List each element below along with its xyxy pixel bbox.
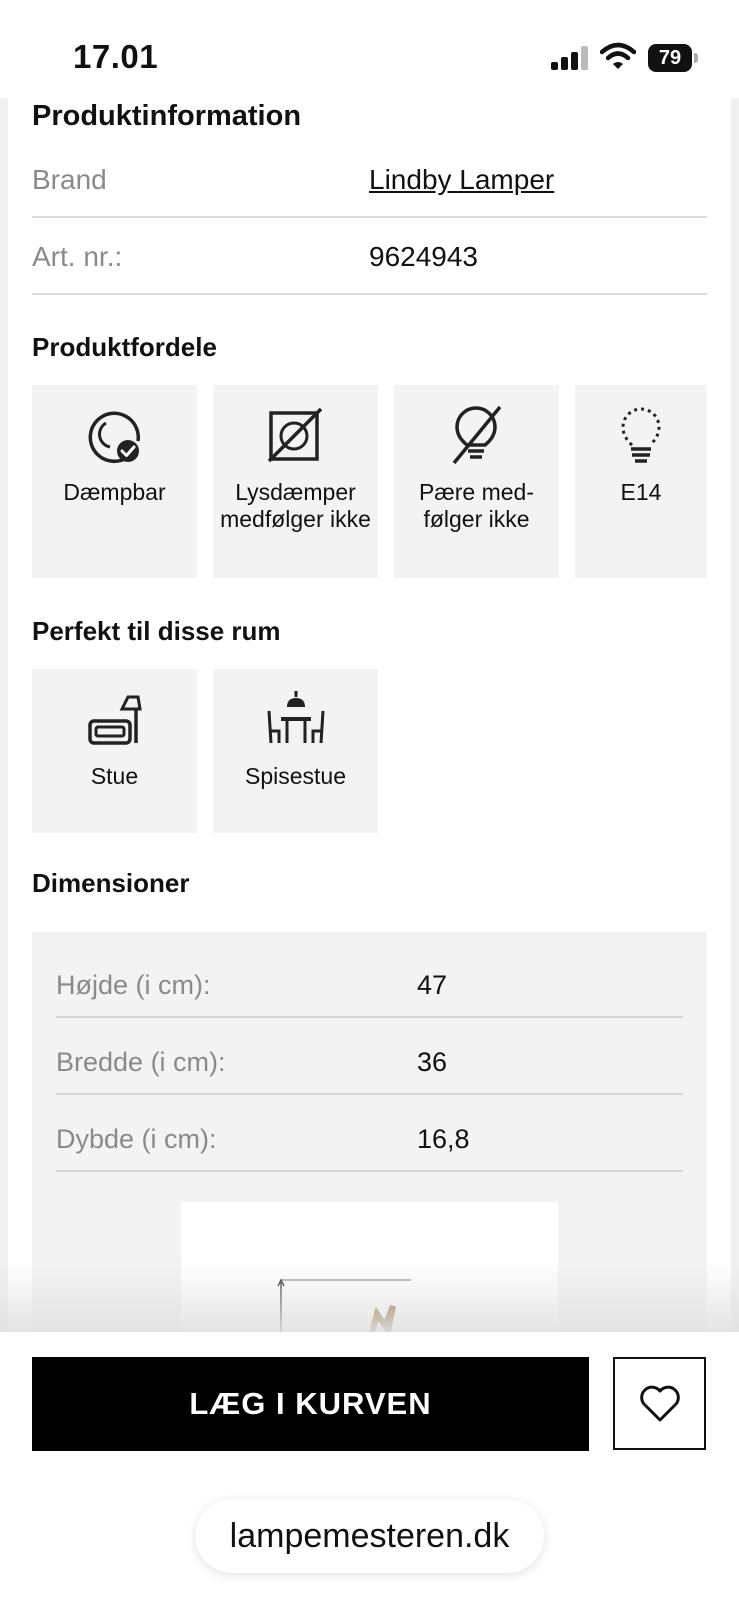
- benefit-label: Lysdæmper medfølger ikke: [220, 479, 371, 532]
- dimension-row-depth: Dybde (i cm): 16,8: [56, 1094, 683, 1172]
- benefit-tile-dimmable: Dæmpbar: [32, 385, 197, 578]
- dimmable-icon: [88, 411, 140, 464]
- dimension-row-height: Højde (i cm): 47: [56, 940, 683, 1018]
- no-dimmer-icon: [267, 407, 322, 463]
- battery-indicator: 79: [648, 44, 698, 72]
- room-tile-dining-room: Spisestue: [213, 669, 378, 833]
- benefit-tile-no-bulb: Pære med-følger ikke: [394, 385, 559, 578]
- living-room-icon: [87, 695, 142, 745]
- dining-room-icon: [267, 691, 324, 744]
- info-label: Art. nr.:: [32, 241, 123, 272]
- brand-link[interactable]: Lindby Lamper: [369, 164, 554, 196]
- add-to-cart-button[interactable]: LÆG I KURVEN: [32, 1357, 589, 1451]
- dimension-label: Højde (i cm):: [56, 970, 211, 1000]
- dimension-row-width: Bredde (i cm): 36: [56, 1017, 683, 1095]
- cellular-signal-icon: [551, 46, 588, 70]
- benefit-label: Pære med-følger ikke: [418, 479, 535, 532]
- info-label: Brand: [32, 164, 107, 195]
- room-tile-living-room: Stue: [32, 669, 197, 833]
- benefit-label: Dæmpbar: [63, 479, 166, 505]
- page-edge-right: [731, 98, 739, 1338]
- favorite-button[interactable]: [613, 1357, 706, 1450]
- dimension-label: Dybde (i cm):: [56, 1124, 217, 1154]
- battery-level: 79: [648, 44, 692, 72]
- scroll-fade: [0, 1262, 739, 1332]
- dimensions-heading: Dimensioner: [32, 868, 190, 898]
- dimension-value: 16,8: [417, 1124, 470, 1154]
- article-number: 9624943: [369, 241, 479, 272]
- benefit-label: E14: [620, 479, 662, 505]
- benefits-heading: Produktfordele: [32, 332, 217, 362]
- status-bar: 17.01 79: [0, 0, 739, 98]
- room-label: Spisestue: [244, 763, 346, 789]
- browser-url-bar[interactable]: lampemesteren.dk: [195, 1499, 544, 1573]
- benefit-tile-e14: E14: [575, 385, 707, 578]
- dimension-value: 47: [417, 970, 448, 1000]
- status-time: 17.01: [73, 38, 159, 75]
- benefit-tile-no-dimmer: Lysdæmper medfølger ikke: [213, 385, 378, 578]
- rooms-heading: Perfekt til disse rum: [32, 616, 281, 646]
- dimension-label: Bredde (i cm):: [56, 1047, 226, 1077]
- product-info-heading: Produktinformation: [32, 100, 302, 132]
- wifi-icon: [600, 42, 636, 69]
- heart-icon: [639, 1385, 680, 1421]
- page-edge-left: [0, 98, 8, 1338]
- dimension-value: 36: [417, 1047, 448, 1077]
- bottom-action-bar: LÆG I KURVEN lampemesteren.dk: [0, 1332, 739, 1600]
- room-label: Stue: [90, 763, 139, 789]
- info-row-article: Art. nr.: 9624943: [32, 217, 707, 295]
- bulb-e14-icon: [621, 407, 661, 463]
- info-row-brand: Brand Lindby Lamper: [32, 140, 707, 218]
- no-bulb-icon: [452, 405, 501, 465]
